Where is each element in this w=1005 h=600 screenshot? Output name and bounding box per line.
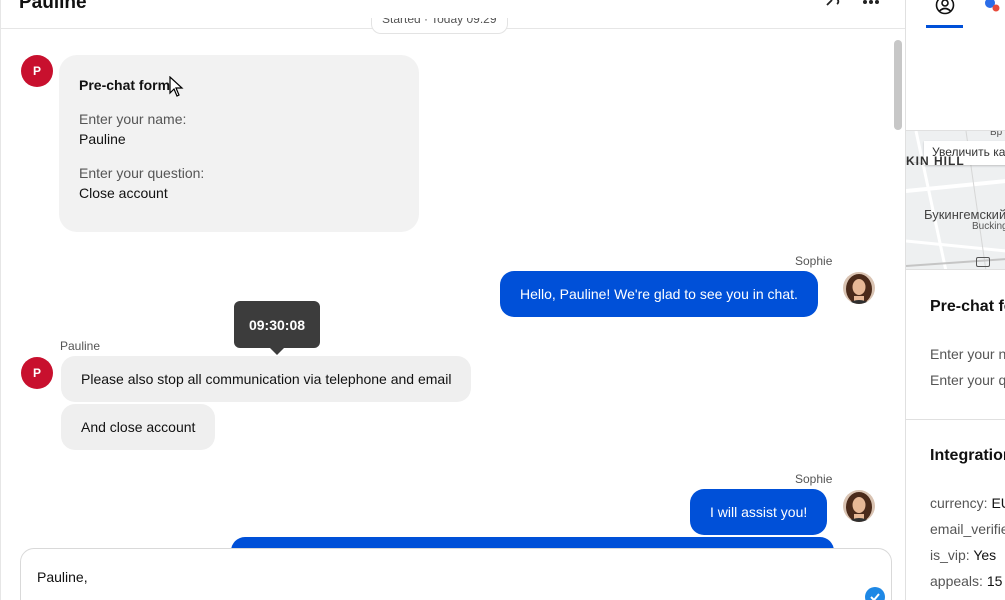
keyboard-icon[interactable] [976, 257, 990, 267]
prechat-question-value: Close account [79, 185, 168, 201]
prechat-question-label: Enter your question: [79, 165, 205, 181]
details-panel: Бр Увеличить карту KIN HILL Букингемский… [905, 0, 1005, 600]
message-bubble-incoming[interactable]: Please also stop all communication via t… [61, 356, 472, 402]
sender-name: Sophie [795, 254, 833, 268]
mouse-cursor-icon [169, 76, 184, 97]
avatar: P [21, 55, 53, 87]
composer-text[interactable]: Pauline, [37, 569, 88, 585]
field-key: email_verified: [930, 521, 1005, 537]
avatar: P [21, 357, 53, 389]
field-key: currency: [930, 495, 988, 511]
active-tab-indicator [926, 25, 963, 28]
field-value: EUR [991, 495, 1005, 511]
integration-section-title: Integration [930, 447, 1005, 464]
link-icon[interactable] [823, 0, 843, 10]
location-map[interactable]: Бр Увеличить карту KIN HILL Букингемский… [906, 130, 1005, 270]
divider [906, 419, 1005, 420]
integration-field: email_verified: true [930, 521, 1005, 537]
sender-name: Sophie [795, 472, 833, 486]
message-bubble-incoming[interactable]: And close account [61, 404, 216, 450]
more-options-icon[interactable] [861, 0, 881, 10]
chat-pane: Pauline Started · Today 09:29 P Pre-chat… [0, 0, 906, 600]
message-bubble-outgoing[interactable]: Hello, Pauline! We're glad to see you in… [500, 271, 818, 317]
map-label: Buckingham [972, 221, 1005, 232]
integration-field: appeals: 15 [930, 573, 1002, 589]
agent-avatar [843, 490, 875, 522]
field-key: appeals: [930, 573, 983, 589]
agent-avatar [843, 272, 875, 304]
avatar-initial: P [32, 366, 41, 380]
user-profile-icon[interactable] [933, 0, 957, 15]
scrollbar[interactable] [894, 40, 902, 130]
chat-started-pill: Started · Today 09:29 [371, 18, 508, 34]
field-value: Yes [973, 547, 997, 563]
message-composer[interactable]: Pauline, [20, 548, 892, 600]
sender-name: Pauline [60, 339, 101, 353]
message-bubble-outgoing[interactable]: I will assist you! [690, 489, 828, 535]
prechat-name-label: Enter your name: [79, 111, 187, 127]
check-icon[interactable] [865, 587, 885, 600]
map-label: KIN HILL [906, 154, 965, 168]
map-label: Букингемский [924, 207, 1005, 222]
prechat-field: Enter your name [930, 346, 1005, 362]
prechat-name-value: Pauline [79, 131, 126, 147]
integrations-tab-icon[interactable] [980, 0, 1004, 15]
prechat-section-title: Pre-chat form [930, 298, 1005, 315]
prechat-form-title: Pre-chat form [79, 77, 171, 93]
integration-field: is_vip: Yes [930, 547, 996, 563]
app-window: Pauline Started · Today 09:29 P Pre-chat… [0, 0, 1005, 600]
integration-field: currency: EUR [930, 495, 1005, 511]
field-value: 15 [986, 573, 1003, 589]
field-key: is_vip: [930, 547, 970, 563]
map-label: Бр [990, 130, 1003, 138]
prechat-field: Enter your question [930, 372, 1005, 388]
timestamp-tooltip: 09:30:08 [234, 301, 320, 355]
avatar-initial: P [32, 64, 41, 78]
chat-title: Pauline [19, 0, 87, 13]
prechat-form-card: Pre-chat form Enter your name: Pauline E… [59, 55, 419, 232]
